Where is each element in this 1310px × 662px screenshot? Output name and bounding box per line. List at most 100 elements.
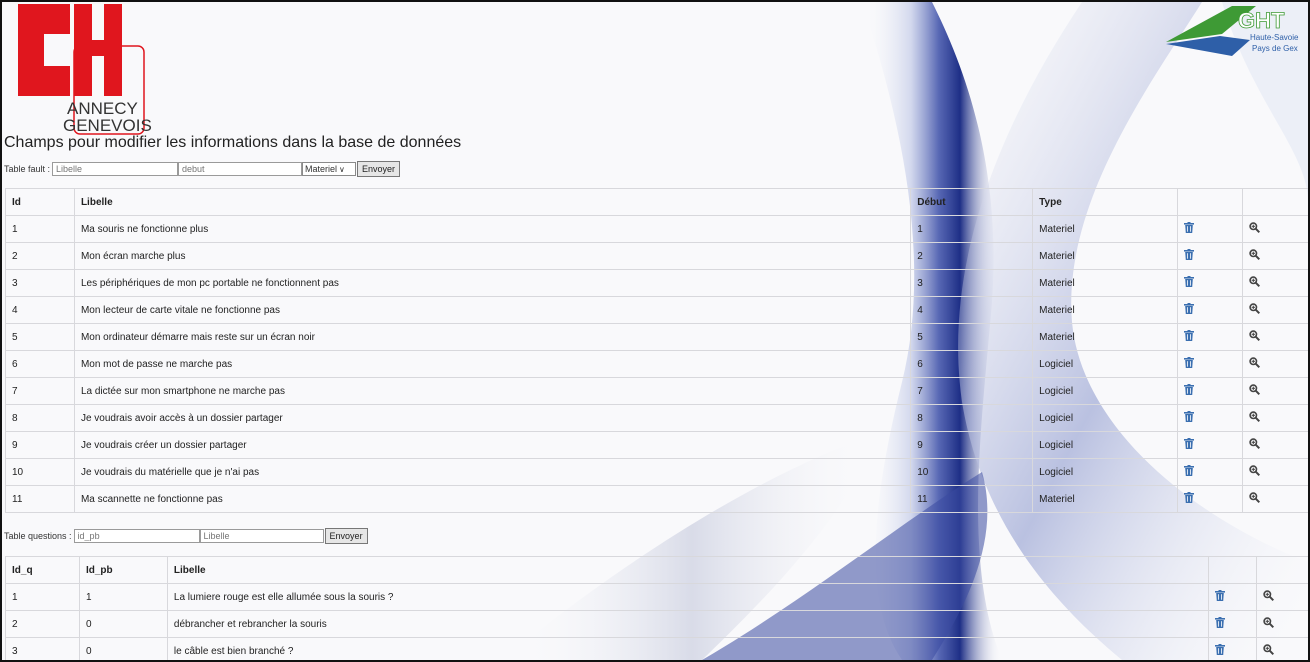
trash-icon[interactable]	[1184, 411, 1195, 422]
magnifier-icon[interactable]	[1249, 465, 1261, 477]
cell-delete[interactable]	[1177, 242, 1244, 270]
cell-view[interactable]	[1242, 350, 1308, 378]
cell-delete[interactable]	[1208, 637, 1257, 660]
cell-delete[interactable]	[1177, 269, 1244, 297]
trash-icon[interactable]	[1184, 222, 1195, 233]
cell-id: 7	[5, 377, 75, 405]
magnifier-icon[interactable]	[1249, 222, 1261, 234]
cell-libelle: le câble est bien branché ?	[166, 637, 1210, 660]
cell-id-q: 3	[5, 637, 80, 660]
cell-id-pb: 1	[78, 583, 168, 611]
cell-id: 4	[5, 296, 75, 324]
cell-debut: 10	[910, 458, 1034, 486]
magnifier-icon[interactable]	[1249, 357, 1261, 369]
cell-id: 6	[5, 350, 75, 378]
cell-debut: 3	[910, 269, 1034, 297]
trash-icon[interactable]	[1184, 465, 1195, 476]
cell-debut: 2	[910, 242, 1034, 270]
cell-delete[interactable]	[1177, 323, 1244, 351]
fault-form-label: Table fault :	[4, 164, 51, 174]
trash-icon[interactable]	[1184, 330, 1195, 341]
chevron-down-icon: ∨	[339, 164, 345, 174]
col-header-libelle: Libelle	[166, 556, 1210, 584]
cell-type: Materiel	[1032, 296, 1179, 324]
svg-text:Haute-Savoie: Haute-Savoie	[1250, 33, 1299, 42]
cell-view[interactable]	[1256, 610, 1308, 638]
magnifier-icon[interactable]	[1263, 617, 1275, 629]
table-row: 9 Je voudrais créer un dossier partager 9 L…	[5, 431, 1308, 459]
trash-icon[interactable]	[1184, 438, 1195, 449]
table-row: 8 Je voudrais avoir accès à un dossier pa…	[5, 404, 1308, 432]
magnifier-icon[interactable]	[1249, 384, 1261, 396]
cell-delete[interactable]	[1177, 404, 1244, 432]
trash-icon[interactable]	[1184, 357, 1195, 368]
cell-view[interactable]	[1242, 485, 1308, 513]
trash-icon[interactable]	[1215, 590, 1226, 601]
cell-view[interactable]	[1242, 458, 1308, 486]
magnifier-icon[interactable]	[1249, 411, 1261, 423]
cell-delete[interactable]	[1177, 431, 1244, 459]
cell-delete[interactable]	[1177, 485, 1244, 513]
ch-annecy-genevois-logo: ANNECY GENEVOIS	[18, 4, 152, 135]
cell-libelle: Ma souris ne fonctionne plus	[73, 215, 912, 243]
cell-delete[interactable]	[1177, 458, 1244, 486]
fault-libelle-input[interactable]	[52, 162, 179, 176]
magnifier-icon[interactable]	[1249, 438, 1261, 450]
cell-debut: 4	[910, 296, 1034, 324]
cell-type: Logiciel	[1032, 350, 1179, 378]
magnifier-icon[interactable]	[1249, 330, 1261, 342]
trash-icon[interactable]	[1215, 644, 1226, 655]
cell-libelle: Je voudrais du matérielle que je n'ai pa…	[73, 458, 912, 486]
cell-debut: 5	[910, 323, 1034, 351]
questions-table-header: Id_q Id_pb Libelle	[5, 556, 1308, 584]
cell-view[interactable]	[1242, 296, 1308, 324]
cell-view[interactable]	[1242, 431, 1308, 459]
questions-submit-button[interactable]: Envoyer	[324, 528, 368, 544]
cell-libelle: La lumiere rouge est elle allumée sous l…	[166, 583, 1210, 611]
cell-view[interactable]	[1242, 404, 1308, 432]
cell-view[interactable]	[1242, 323, 1308, 351]
fault-type-select[interactable]: Materiel ∨	[302, 162, 357, 176]
magnifier-icon[interactable]	[1263, 590, 1275, 602]
cell-view[interactable]	[1242, 242, 1308, 270]
col-header-delete	[1208, 556, 1257, 584]
magnifier-icon[interactable]	[1263, 644, 1275, 656]
cell-view[interactable]	[1242, 215, 1308, 243]
table-row: 1 Ma souris ne fonctionne plus 1 Materiel	[5, 215, 1308, 243]
trash-icon[interactable]	[1184, 276, 1195, 287]
magnifier-icon[interactable]	[1249, 303, 1261, 315]
fault-debut-input[interactable]	[178, 162, 303, 176]
magnifier-icon[interactable]	[1249, 249, 1261, 261]
cell-delete[interactable]	[1177, 377, 1244, 405]
cell-id-pb: 0	[78, 610, 168, 638]
trash-icon[interactable]	[1184, 249, 1195, 260]
cell-view[interactable]	[1256, 583, 1308, 611]
questions-libelle-input[interactable]	[199, 529, 324, 543]
cell-view[interactable]	[1242, 377, 1308, 405]
cell-view[interactable]	[1256, 637, 1308, 660]
svg-text:GENEVOIS: GENEVOIS	[63, 116, 152, 135]
cell-id: 11	[5, 485, 75, 513]
cell-id: 10	[5, 458, 75, 486]
cell-type: Logiciel	[1032, 377, 1179, 405]
cell-delete[interactable]	[1177, 350, 1244, 378]
questions-idpb-input[interactable]	[73, 529, 200, 543]
cell-delete[interactable]	[1177, 296, 1244, 324]
fault-submit-button[interactable]: Envoyer	[357, 161, 401, 177]
magnifier-icon[interactable]	[1249, 492, 1261, 504]
cell-type: Logiciel	[1032, 404, 1179, 432]
cell-delete[interactable]	[1208, 583, 1257, 611]
trash-icon[interactable]	[1184, 303, 1195, 314]
cell-type: Materiel	[1032, 242, 1179, 270]
cell-view[interactable]	[1242, 269, 1308, 297]
trash-icon[interactable]	[1184, 384, 1195, 395]
cell-id: 8	[5, 404, 75, 432]
questions-table: Id_q Id_pb Libelle 1 1 La lumiere rouge es…	[5, 556, 1308, 660]
cell-delete[interactable]	[1208, 610, 1257, 638]
magnifier-icon[interactable]	[1249, 276, 1261, 288]
cell-delete[interactable]	[1177, 215, 1244, 243]
trash-icon[interactable]	[1215, 617, 1226, 628]
cell-type: Materiel	[1032, 323, 1179, 351]
table-row: 1 1 La lumiere rouge est elle allumée sous…	[5, 583, 1308, 611]
trash-icon[interactable]	[1184, 492, 1195, 503]
